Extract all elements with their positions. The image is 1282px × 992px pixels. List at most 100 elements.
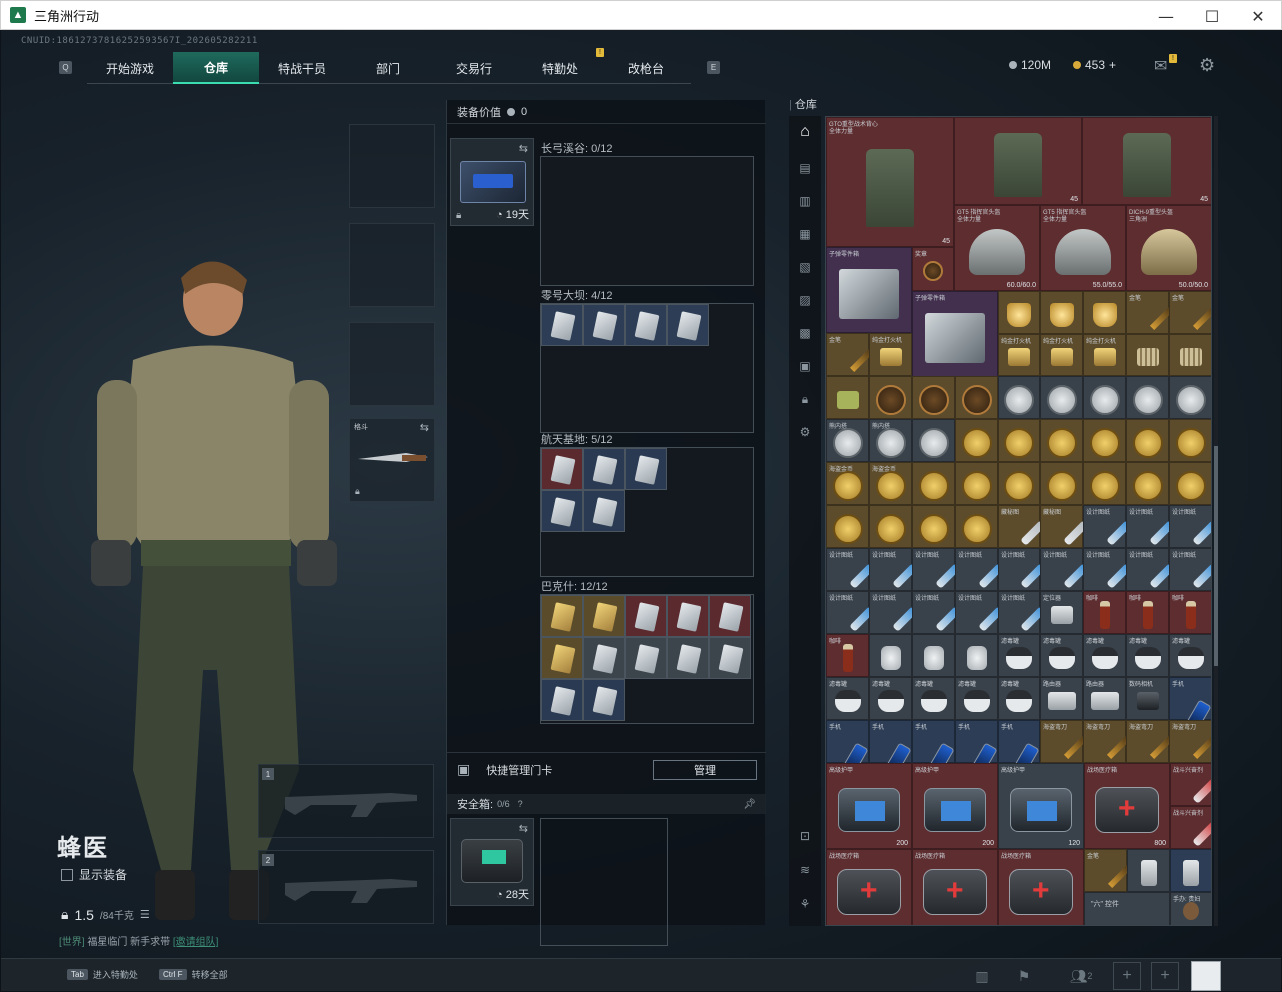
add-coupon-button[interactable]: + xyxy=(1109,58,1116,72)
nav-prev-key[interactable]: Q xyxy=(59,61,72,74)
toolbox-item[interactable]: 子弹零件箱 xyxy=(826,247,912,333)
phone-item[interactable]: 手机 xyxy=(826,720,869,776)
blueprint-item[interactable]: 设计图纸 xyxy=(826,591,875,634)
ring-item[interactable] xyxy=(955,376,998,419)
canister-item[interactable] xyxy=(955,634,998,677)
category-misc-icon[interactable]: ▣ xyxy=(797,358,813,374)
pirate-coin-item[interactable] xyxy=(1040,462,1083,505)
filter-item[interactable]: 滤毒罐 xyxy=(1169,634,1211,677)
tab-operators[interactable]: 特战干员 xyxy=(259,52,345,84)
filter-item[interactable]: 滤毒罐 xyxy=(1040,634,1083,677)
filter-item[interactable]: 滤毒罐 xyxy=(998,677,1040,720)
key-card[interactable] xyxy=(541,637,583,679)
tag-item[interactable]: 藏秘图 xyxy=(1040,505,1089,548)
coin-item[interactable] xyxy=(1126,376,1169,419)
helmet-slot[interactable] xyxy=(349,124,435,208)
router-item[interactable]: 路由器 xyxy=(1083,677,1126,720)
filter-item[interactable]: 滤毒罐 xyxy=(869,677,912,720)
blueprint-item[interactable]: 设计图纸 xyxy=(1126,548,1175,591)
safe-box-item[interactable]: ⇆ ◔ 28天 xyxy=(450,818,534,906)
blueprint-item[interactable]: 设计图纸 xyxy=(998,591,1046,634)
key-card[interactable] xyxy=(583,448,625,490)
nav-next-key[interactable]: E xyxy=(707,61,720,74)
filter-item[interactable]: 滤毒罐 xyxy=(1126,634,1169,677)
invite-slot-button[interactable]: + xyxy=(1113,962,1141,990)
coin-item[interactable] xyxy=(1083,376,1126,419)
coin-item[interactable]: 熊内搭 xyxy=(826,419,869,462)
key-card[interactable] xyxy=(709,595,751,637)
phone-item[interactable]: 手机 xyxy=(955,720,998,776)
figurine-item[interactable]: 手办: 贵妇 xyxy=(1170,892,1211,925)
card-item[interactable] xyxy=(1127,849,1170,892)
hint-transfer-all[interactable]: Ctrl F 转移全部 xyxy=(159,968,228,981)
blueprint-item[interactable]: 设计图纸 xyxy=(869,548,918,591)
blueprint-item[interactable]: 设计图纸 xyxy=(1169,505,1211,548)
pirate-coin-item[interactable] xyxy=(912,505,955,548)
medkit-item[interactable]: 战场医疗箱 800 xyxy=(1084,763,1170,849)
key-card[interactable] xyxy=(541,679,583,721)
mail-icon[interactable]: ✉ xyxy=(1154,56,1167,76)
key-card[interactable] xyxy=(667,637,709,679)
key-card[interactable] xyxy=(625,595,667,637)
filter-item[interactable]: 滤毒罐 xyxy=(998,634,1040,677)
show-equipment-checkbox[interactable] xyxy=(61,868,73,881)
vest-item[interactable]: GTO重型战术背心 全体力量 45 xyxy=(826,117,954,247)
blueprint-item[interactable]: 设计图纸 xyxy=(998,548,1046,591)
helmet-item[interactable]: GT5 指挥官头盔 全体力量 55.0/55.0 xyxy=(1040,205,1126,291)
pirate-coin-item[interactable] xyxy=(1169,419,1211,462)
injector-item[interactable]: 战斗兴奋剂 xyxy=(1170,806,1211,849)
pirate-coin-item[interactable] xyxy=(955,419,998,462)
helmet-item[interactable]: GT5 指挥官头盔 全体力量 60.0/60.0 xyxy=(954,205,1040,291)
coupon-balance[interactable]: 453 + xyxy=(1073,58,1116,72)
show-equipment-toggle[interactable]: 显示装备 xyxy=(61,866,127,883)
swap-icon[interactable]: ⇆ xyxy=(519,822,528,835)
coin-item[interactable] xyxy=(998,376,1040,419)
pirate-coin-item[interactable] xyxy=(955,462,998,505)
gold-cup-item[interactable] xyxy=(1083,291,1126,334)
canister-item[interactable] xyxy=(869,634,912,677)
locator-item[interactable]: 定位器 xyxy=(1040,591,1083,634)
key-card[interactable] xyxy=(709,637,751,679)
scrollbar-thumb[interactable] xyxy=(1214,446,1218,666)
settings-gear-icon[interactable]: ⚙ xyxy=(1199,55,1215,76)
key-card[interactable] xyxy=(583,679,625,721)
key-card[interactable] xyxy=(541,595,583,637)
blueprint-item[interactable]: 设计图纸 xyxy=(869,591,918,634)
pirate-knife-item[interactable]: 海盗弯刀 xyxy=(1040,720,1088,763)
canister-item[interactable] xyxy=(912,634,955,677)
armor-slot[interactable] xyxy=(349,223,435,307)
coin-item[interactable]: 熊内搭 xyxy=(869,419,912,462)
pirate-coin-item[interactable] xyxy=(912,462,955,505)
lighter-item[interactable]: 纯金打火机 xyxy=(998,334,1040,376)
tab-warehouse[interactable]: 仓库 xyxy=(173,52,259,84)
flag-icon[interactable]: ⚑ xyxy=(1011,963,1037,989)
close-button[interactable]: ✕ xyxy=(1235,1,1281,31)
key-card[interactable] xyxy=(625,304,667,346)
key-card[interactable] xyxy=(625,448,667,490)
blueprint-item[interactable]: 设计图纸 xyxy=(826,548,875,591)
tab-special-ops[interactable]: 特勤处 xyxy=(517,52,603,84)
coin-item[interactable] xyxy=(1040,376,1083,419)
blueprint-item[interactable]: 设计图纸 xyxy=(912,591,961,634)
armor-case-item[interactable]: 高级护甲 200 xyxy=(912,763,998,849)
phone-item[interactable]: 手机 xyxy=(869,720,912,776)
sort-icon[interactable]: ⊡ xyxy=(797,828,813,844)
vest-item[interactable]: 45 xyxy=(954,117,1082,205)
pirate-coin-item[interactable] xyxy=(826,505,869,548)
pistol-slot[interactable] xyxy=(349,322,435,406)
pirate-coin-item[interactable] xyxy=(1126,419,1169,462)
pirate-coin-item[interactable] xyxy=(1083,462,1126,505)
pirate-coin-item[interactable] xyxy=(1040,419,1083,462)
gold-cup-item[interactable] xyxy=(998,291,1040,334)
injector-item[interactable]: 战斗兴奋剂 xyxy=(1170,763,1211,806)
category-locked-icon[interactable]: 🔒︎ xyxy=(797,391,813,407)
key-card[interactable] xyxy=(583,490,625,532)
lighter-item[interactable]: 纯金打火机 xyxy=(869,333,912,376)
tag-item[interactable]: 藏秘图 xyxy=(998,505,1046,548)
lighter-item[interactable]: 纯金打火机 xyxy=(1040,334,1083,376)
vest-item[interactable]: 45 xyxy=(1082,117,1211,205)
pirate-coin-item[interactable] xyxy=(1126,462,1169,505)
all-items-icon[interactable]: ⌂ xyxy=(797,123,813,140)
coffee-item[interactable]: 咖啡 xyxy=(1126,591,1169,634)
manage-button[interactable]: 管理 xyxy=(653,760,757,780)
